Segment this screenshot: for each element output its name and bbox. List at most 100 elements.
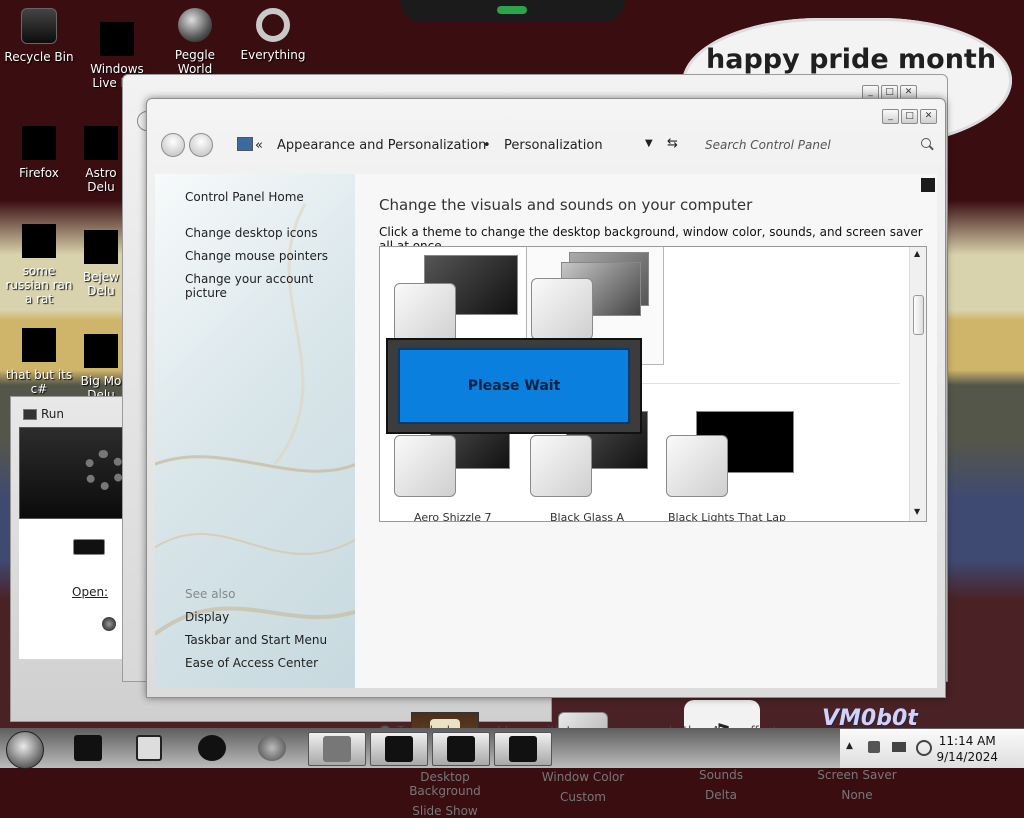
- sidebar-link-taskbar[interactable]: Taskbar and Start Menu: [185, 633, 327, 647]
- scroll-up-icon[interactable]: ▲: [914, 249, 920, 258]
- app-icon: [74, 735, 102, 761]
- theme-color-swatch: [394, 283, 456, 345]
- taskbar-app-1[interactable]: [60, 732, 116, 764]
- action-center-icon[interactable]: [868, 741, 880, 753]
- clock-date: 9/14/2024: [936, 750, 998, 764]
- sidebar-link-display[interactable]: Display: [185, 610, 229, 624]
- search-input[interactable]: Search Control Panel: [701, 135, 937, 155]
- orb-app-icon: [198, 735, 226, 761]
- bejeweled-icon: [84, 230, 118, 264]
- breadcrumb-appearance[interactable]: Appearance and Personalization: [277, 138, 486, 153]
- start-button[interactable]: [6, 731, 44, 769]
- recycle-bin-icon: [21, 8, 57, 44]
- please-wait-dialog: Please Wait: [386, 338, 642, 434]
- game-icon: [84, 334, 118, 368]
- run-icon: [23, 409, 37, 420]
- option-title: Desktop Background: [409, 770, 481, 798]
- taskbar-app-5[interactable]: [308, 732, 366, 766]
- window-controls: _ □ ✕: [882, 109, 937, 124]
- sidebar-link-home[interactable]: Control Panel Home: [185, 190, 304, 204]
- minimize-icon[interactable]: _: [882, 109, 899, 124]
- clock[interactable]: 11:14 AM 9/14/2024: [936, 733, 998, 765]
- taskbar-app-7[interactable]: [432, 732, 490, 766]
- option-value: Custom: [560, 790, 606, 804]
- volume-icon[interactable]: [916, 740, 932, 756]
- firefox-icon: [22, 126, 56, 160]
- sidebar-link-mouse-pointers[interactable]: Change mouse pointers: [185, 249, 328, 263]
- refresh-icon[interactable]: ⇆: [667, 136, 678, 151]
- run-open-label: Open:: [72, 585, 109, 599]
- see-also-heading: See also: [185, 587, 236, 601]
- desktop-icon-astro[interactable]: Astro Delu: [78, 126, 124, 194]
- desktop-icon-everything[interactable]: Everything: [234, 8, 312, 62]
- taskbar-app-3[interactable]: [184, 732, 240, 764]
- theme-color-swatch: [530, 435, 592, 497]
- forward-button[interactable]: [189, 133, 213, 157]
- option-title: Screen Saver: [817, 768, 897, 782]
- option-value: Delta: [704, 788, 737, 802]
- sidebar-link-account-picture[interactable]: Change your account picture: [185, 272, 355, 300]
- help-icon[interactable]: [921, 178, 935, 192]
- windows-live-mail-icon: [100, 22, 134, 56]
- chevron-down-icon[interactable]: ▼: [645, 138, 653, 149]
- taskbar-app-4[interactable]: [244, 732, 300, 764]
- scrollbar-thumb[interactable]: [913, 295, 924, 335]
- astro-icon: [84, 126, 118, 160]
- monitor-app-icon: [385, 736, 413, 762]
- option-title: Window Color: [541, 770, 625, 784]
- gear-icon: [84, 450, 124, 490]
- bubble-text: happy pride month: [706, 44, 997, 75]
- peggle-icon: [178, 8, 212, 42]
- theme-label: Black Glass A: [550, 511, 625, 522]
- sidebar: Control Panel Home Change desktop icons …: [155, 174, 355, 688]
- option-value: None: [841, 788, 873, 802]
- sidebar-link-ease-of-access[interactable]: Ease of Access Center: [185, 656, 318, 670]
- green-indicator: [497, 6, 527, 14]
- run-body: Open:: [19, 519, 139, 659]
- theme-label: Aero Shizzle 7: [414, 511, 492, 522]
- system-tray: ▲ 11:14 AM 9/14/2024: [840, 729, 1024, 768]
- desktop-icon-firefox[interactable]: Firefox: [0, 126, 78, 180]
- desktop-icon-big-money[interactable]: Big Mo Delu: [78, 334, 124, 402]
- scroll-down-icon[interactable]: ▼: [914, 507, 920, 516]
- breadcrumb-chevrons[interactable]: «: [255, 138, 263, 153]
- desktop-icon-recycle-bin[interactable]: Recycle Bin: [0, 8, 78, 64]
- page-title: Change the visuals and sounds on your co…: [379, 196, 753, 214]
- run-app-icon: [447, 736, 475, 762]
- run-program-icon: [73, 539, 105, 555]
- theme-color-swatch: [666, 435, 728, 497]
- taskbar-app-6[interactable]: [370, 732, 428, 766]
- search-icon[interactable]: [921, 138, 931, 148]
- desktop-icon-russian-rat[interactable]: some russian ran a rat: [0, 224, 78, 306]
- theme-color-swatch: [531, 278, 593, 340]
- network-icon[interactable]: [892, 742, 906, 752]
- back-button[interactable]: [161, 133, 185, 157]
- sidebar-link-desktop-icons[interactable]: Change desktop icons: [185, 226, 318, 240]
- show-hidden-icons[interactable]: ▲: [846, 741, 853, 751]
- everything-icon: [256, 8, 290, 42]
- desktop-icon-bejeweled[interactable]: Bejew Delu: [78, 230, 124, 298]
- firefox-icon: [258, 735, 286, 761]
- maximize-icon[interactable]: □: [901, 109, 918, 124]
- top-wallpaper-shape: [400, 0, 625, 22]
- run-title: Run: [41, 407, 65, 421]
- search-placeholder: Search Control Panel: [705, 138, 831, 152]
- window-app-icon: [509, 736, 537, 762]
- theme-tile-black-lights[interactable]: Black Lights That Lap: [666, 407, 796, 521]
- breadcrumb-personalization[interactable]: Personalization: [504, 138, 603, 153]
- theme-color-swatch: [394, 435, 456, 497]
- theme-label: Black Lights That Lap: [668, 511, 787, 522]
- desktop-icon-that-but-csharp[interactable]: that but its c#: [0, 328, 78, 396]
- theme-scrollbar[interactable]: ▲ ▼: [909, 247, 926, 521]
- control-panel-icon: [323, 736, 351, 762]
- desktop-icon-peggle[interactable]: Peggle World: [156, 8, 234, 76]
- clock-time: 11:14 AM: [938, 734, 996, 748]
- please-wait-text: Please Wait: [398, 348, 630, 424]
- breadcrumb-separator: •: [483, 138, 491, 153]
- taskbar-app-2[interactable]: [120, 732, 176, 764]
- control-panel-icon: [237, 137, 253, 151]
- file-icon: [22, 224, 56, 258]
- close-icon[interactable]: ✕: [920, 109, 937, 124]
- media-player-icon: [136, 735, 162, 761]
- taskbar-app-8[interactable]: [494, 732, 552, 766]
